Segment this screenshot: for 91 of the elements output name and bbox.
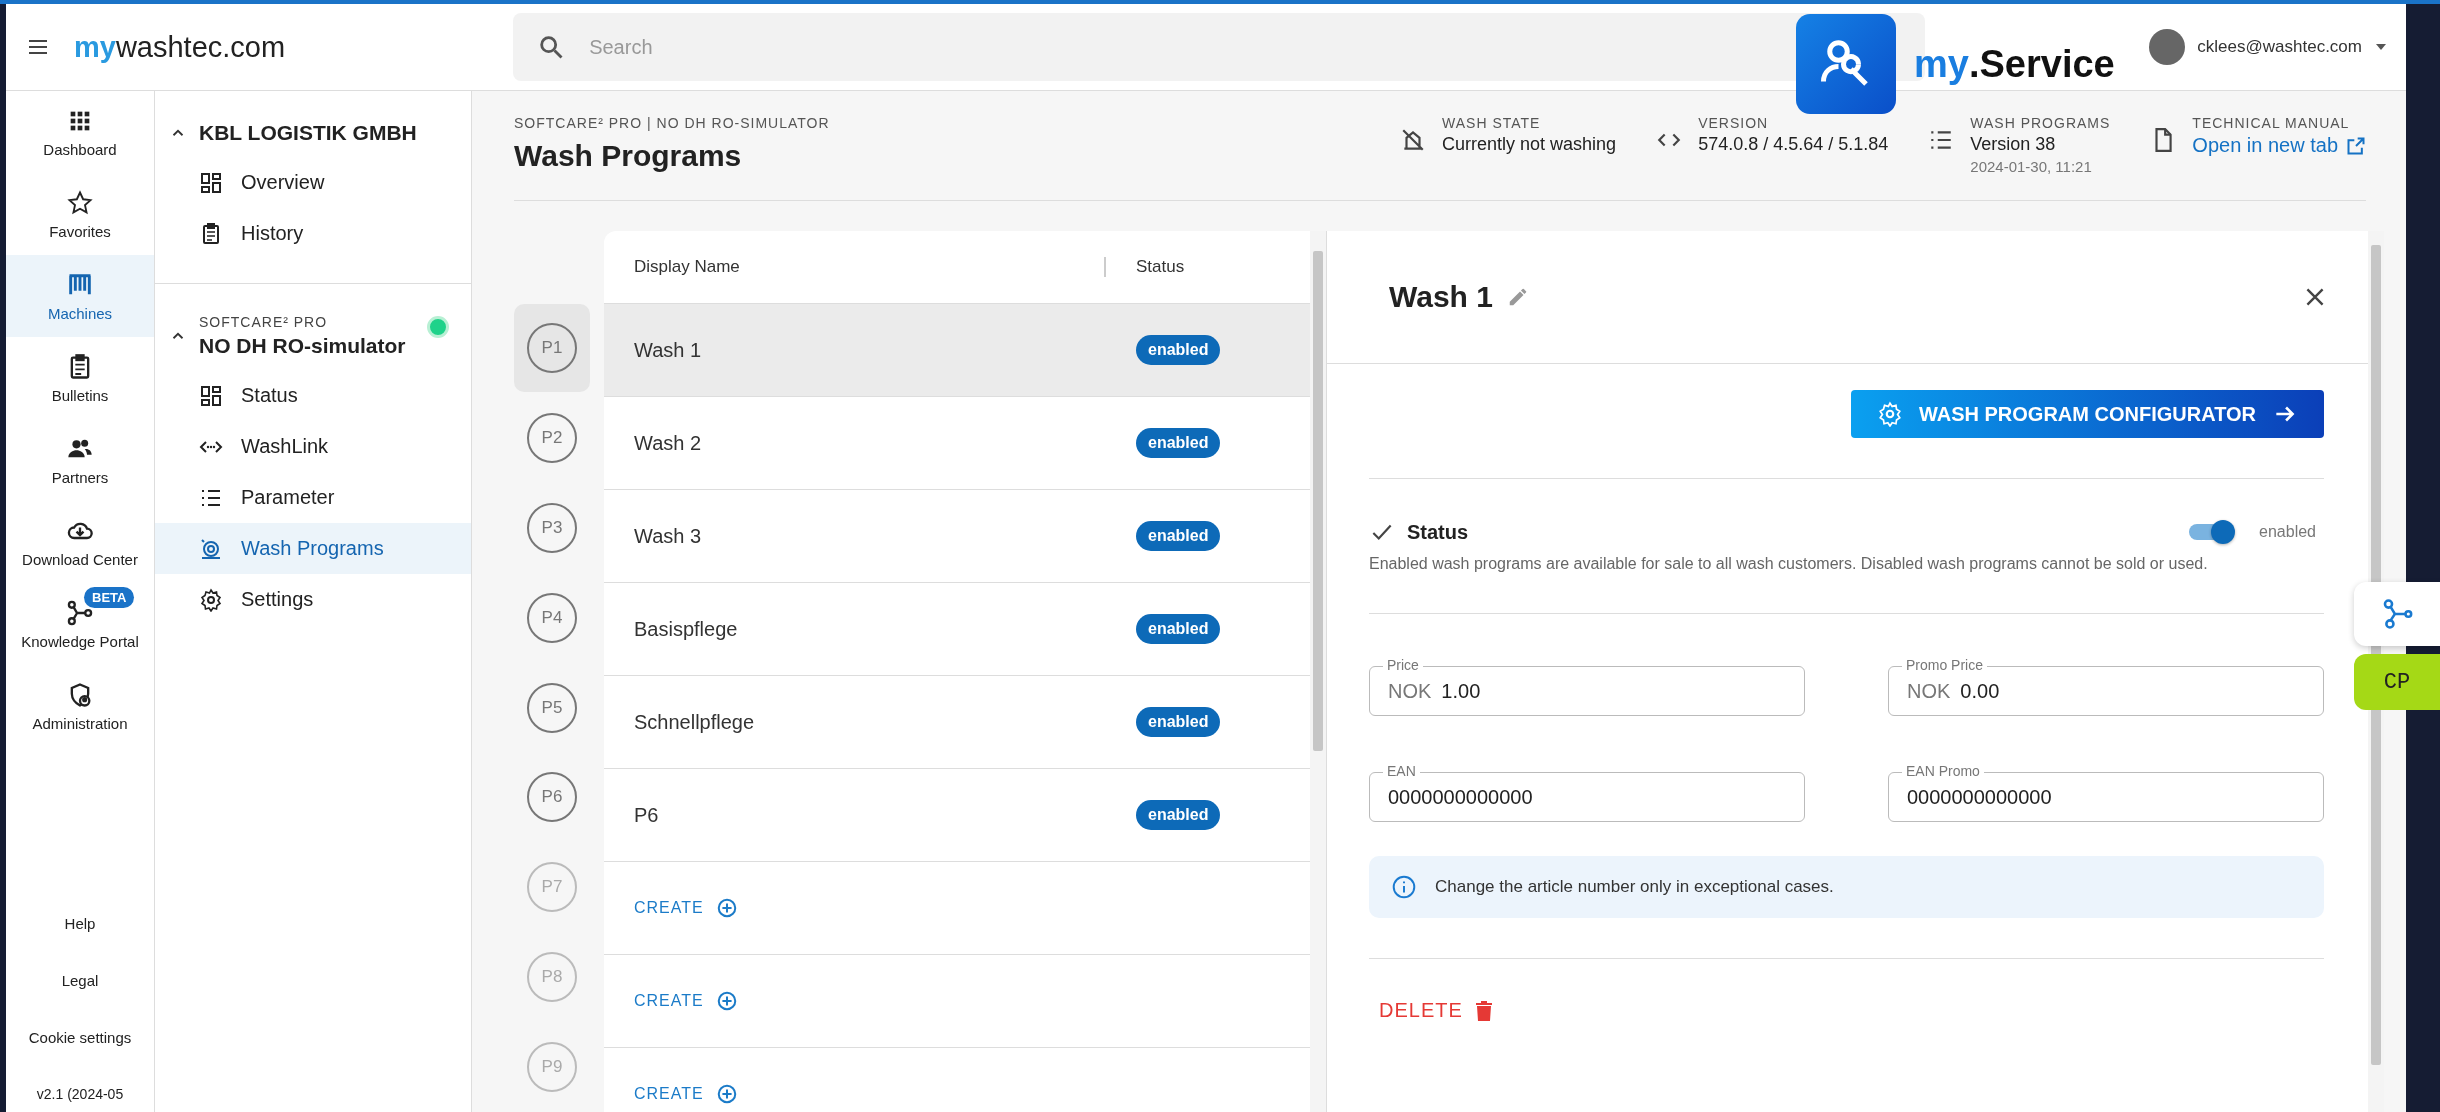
status-badge: enabled bbox=[1136, 521, 1221, 551]
manual-link[interactable]: Open in new tab bbox=[2192, 134, 2366, 157]
logo-text[interactable]: mywashtec.com bbox=[74, 30, 286, 64]
plus-icon bbox=[715, 897, 738, 919]
info-label: WASH STATE bbox=[1442, 115, 1542, 131]
detail-title: Wash 1 bbox=[1389, 280, 1493, 314]
star-icon bbox=[66, 188, 94, 217]
program-slot[interactable]: P6 bbox=[527, 772, 577, 823]
info-date: 2024-01-30, 11:21 bbox=[1970, 158, 2093, 175]
status-toggle[interactable] bbox=[2187, 520, 2236, 544]
table-row[interactable]: Wash 2 enabled bbox=[604, 397, 1310, 490]
column-header[interactable]: Display Name bbox=[604, 257, 1104, 277]
nav-item[interactable]: Settings bbox=[155, 574, 471, 625]
info-text: Change the article number only in exceptional cases. bbox=[1435, 877, 1834, 897]
external-link-icon bbox=[2346, 135, 2366, 156]
info-value: Currently not washing bbox=[1442, 134, 1617, 155]
program-slot[interactable]: P5 bbox=[527, 682, 577, 733]
info-icon bbox=[1391, 874, 1417, 900]
table-row[interactable]: Wash 1 enabled bbox=[604, 304, 1310, 397]
nav-item[interactable]: Overview bbox=[155, 157, 471, 208]
column-header[interactable]: Status bbox=[1136, 257, 1185, 277]
status-note: Enabled wash programs are available for sale to all wash customers. Disabled wash programs cannot be sold or used. bbox=[1369, 555, 2209, 573]
program-slot[interactable]: P4 bbox=[527, 592, 577, 643]
info-label: VERSION bbox=[1698, 115, 1770, 131]
info-value: 574.0.8 / 4.5.64 / 5.1.84 bbox=[1698, 134, 1889, 155]
info-label: WASH PROGRAMS bbox=[1970, 115, 2111, 131]
program-name: Wash 2 bbox=[633, 431, 703, 455]
program-name: P6 bbox=[633, 803, 660, 827]
group-title[interactable]: NO DH RO-simulator bbox=[199, 334, 406, 358]
nav-item[interactable]: Wash Programs bbox=[155, 523, 471, 574]
rail-item[interactable]: Favorites bbox=[6, 173, 154, 255]
program-name: Basispflege bbox=[633, 617, 739, 641]
scrollbar[interactable] bbox=[1310, 231, 1326, 1112]
gear-icon bbox=[1876, 401, 1903, 427]
plus-icon bbox=[715, 1083, 738, 1105]
status-badge: enabled bbox=[1136, 335, 1221, 365]
delete-button[interactable]: DELETE bbox=[1369, 999, 1503, 1022]
table-row[interactable]: Basispflege enabled bbox=[604, 583, 1310, 676]
status-badge: enabled bbox=[1136, 800, 1221, 830]
dashboard-icon bbox=[199, 383, 223, 408]
plus-icon bbox=[715, 990, 738, 1012]
beta-badge: BETA bbox=[84, 587, 135, 608]
nav-item[interactable]: Parameter bbox=[155, 472, 471, 523]
info-label: TECHNICAL MANUAL bbox=[2192, 115, 2351, 131]
program-name: Schnellpflege bbox=[633, 710, 756, 734]
nav-item[interactable]: History bbox=[155, 208, 471, 259]
configurator-button[interactable]: WASH PROGRAM CONFIGURATOR bbox=[1850, 390, 2324, 438]
trash-icon bbox=[1474, 999, 1493, 1022]
rail-item[interactable]: BETA Knowledge Portal bbox=[6, 583, 154, 665]
info-value: Version 38 bbox=[1970, 134, 2057, 155]
table-row[interactable]: P6 enabled bbox=[604, 769, 1310, 862]
cp-button[interactable]: CP bbox=[2354, 654, 2440, 710]
table-row[interactable]: Wash 3 enabled bbox=[604, 490, 1310, 583]
rail-item[interactable]: Dashboard bbox=[6, 91, 154, 173]
knowledge-button[interactable] bbox=[2354, 582, 2440, 646]
table-row[interactable]: Schnellpflege enabled bbox=[604, 676, 1310, 769]
nav-item[interactable]: Status bbox=[155, 370, 471, 421]
program-slot[interactable]: P2 bbox=[527, 412, 577, 463]
footer-link[interactable]: Help bbox=[64, 915, 96, 932]
rail-item[interactable]: Partners bbox=[6, 419, 154, 501]
avatar[interactable] bbox=[2149, 29, 2186, 65]
program-slot[interactable]: P1 bbox=[527, 322, 577, 373]
program-name: Wash 3 bbox=[633, 524, 703, 548]
group-title[interactable]: KBL LOGISTIK GMBH bbox=[199, 121, 417, 145]
toggle-state: enabled bbox=[2259, 523, 2316, 541]
wash-icon bbox=[199, 536, 223, 561]
status-badge: enabled bbox=[1136, 428, 1221, 458]
rail-item[interactable]: Administration bbox=[6, 665, 154, 747]
create-button[interactable]: CREATE bbox=[634, 990, 738, 1012]
program-slot[interactable]: P3 bbox=[527, 502, 577, 553]
rail-item[interactable]: Machines bbox=[6, 255, 154, 337]
dashboard-icon bbox=[199, 170, 223, 195]
footer-link[interactable]: Legal bbox=[61, 972, 99, 989]
gear-icon bbox=[199, 587, 223, 612]
status-badge: enabled bbox=[1136, 707, 1221, 737]
user-email[interactable]: cklees@washtec.com bbox=[2197, 37, 2362, 57]
caret-icon[interactable] bbox=[2374, 42, 2388, 52]
status-label: Status bbox=[1407, 520, 1469, 544]
nav-item[interactable]: WashLink bbox=[155, 421, 471, 472]
status-badge: enabled bbox=[1136, 614, 1221, 644]
program-name: Wash 1 bbox=[633, 338, 703, 362]
create-button[interactable]: CREATE bbox=[634, 897, 738, 919]
machine-type: SOFTCARE² PRO bbox=[199, 314, 329, 330]
page-title: Wash Programs bbox=[514, 139, 743, 173]
create-button[interactable]: CREATE bbox=[634, 1083, 738, 1105]
nodes-icon bbox=[66, 598, 94, 627]
footer-link[interactable]: Cookie settings bbox=[28, 1029, 132, 1046]
version-text: v2.1 (2024-05 bbox=[36, 1086, 124, 1102]
breadcrumb: SOFTCARE² PRO | NO DH RO-SIMULATOR bbox=[514, 115, 830, 131]
rail-item[interactable]: Bulletins bbox=[6, 337, 154, 419]
rail-item[interactable]: Download Center bbox=[6, 501, 154, 583]
